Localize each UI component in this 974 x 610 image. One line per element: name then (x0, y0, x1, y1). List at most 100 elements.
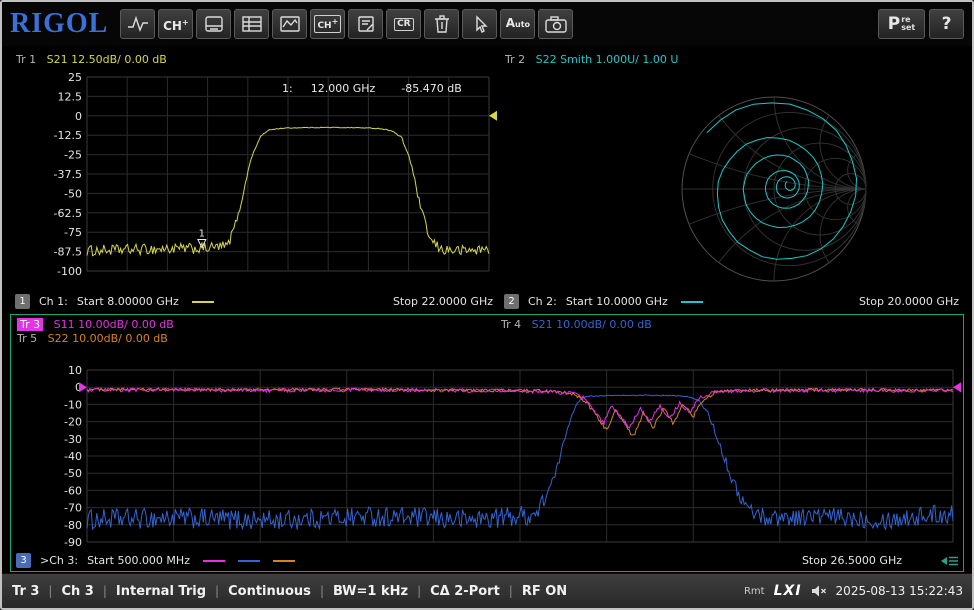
ch3-trace-line-1: Tr 3 S11 10.00dB/ 0.00 dB (17, 318, 174, 331)
ch1-marker-readout: 1: 12.000 GHz -85.470 dB (282, 82, 462, 95)
status-separator: | (509, 584, 513, 598)
ch3-trace3-color-sample (203, 560, 225, 562)
ch3-trace5-label[interactable]: Tr 5 (17, 332, 37, 345)
ch2-start-frequency[interactable]: Start 10.0000 GHz (566, 295, 668, 308)
ch1-badge[interactable]: 1 (15, 294, 30, 309)
ch3-trace4-info: S21 10.00dB/ 0.00 dB (532, 318, 652, 331)
svg-text:-50: -50 (64, 187, 82, 200)
ch3-stop-frequency[interactable]: Stop 26.5000 GHz (802, 554, 902, 567)
channel-window-button[interactable]: CH+ (310, 9, 345, 39)
marker-id: 1: (282, 82, 293, 95)
status-item-6: RF ON (522, 584, 567, 599)
channel1-panel[interactable]: 2512.50-12.5-25-37.5-50-62.5-75-87.5-100… (10, 50, 498, 312)
ch2-badge[interactable]: 2 (504, 294, 519, 309)
status-item-4: BW=1 kHz (333, 584, 408, 599)
ch2-trace2-label[interactable]: Tr 2 (505, 53, 525, 66)
status-right: Rmt LXI 2025-08-13 15:22:43 (744, 583, 972, 599)
menu-collapse-icon[interactable] (941, 555, 959, 567)
ch3-trace4-label[interactable]: Tr 4 (501, 318, 521, 331)
status-separator: | (48, 584, 52, 598)
status-item-1: Ch 3 (61, 584, 93, 599)
status-item-2: Internal Trig (116, 584, 206, 599)
trace-window-button[interactable] (272, 9, 307, 39)
marker-frequency: 12.000 GHz (311, 82, 376, 95)
table-icon (240, 14, 264, 34)
ch2-trace-color-sample (681, 301, 703, 303)
remote-indicator: Rmt (744, 586, 765, 597)
ch1-trace-color-sample (192, 301, 214, 303)
svg-text:-90: -90 (64, 536, 82, 549)
vna-screen: RIGOL CH+CH+CRAuto P re set ? 2512.50-12… (0, 0, 974, 610)
ch2-stop-frequency[interactable]: Stop 20.0000 GHz (859, 295, 959, 308)
svg-text:-60: -60 (64, 484, 82, 497)
preset-button[interactable]: P re set (878, 9, 925, 39)
edit-notes-button[interactable] (348, 9, 383, 39)
ch1-start-frequency[interactable]: Start 8.00000 GHz (77, 295, 179, 308)
datetime: 2025-08-13 15:22:43 (836, 584, 963, 598)
svg-text:-12.5: -12.5 (54, 129, 82, 142)
svg-text:-50: -50 (64, 467, 82, 480)
mute-speaker-icon[interactable] (811, 584, 827, 598)
ch2-label: Ch 2: (528, 295, 557, 308)
status-bar: Tr 3 | Ch 3 | Internal Trig | Continuous | BW=1 … (2, 573, 972, 608)
svg-text:-87.5: -87.5 (54, 246, 82, 259)
svg-text:-80: -80 (64, 519, 82, 532)
auto-scale-button[interactable]: Auto (500, 9, 535, 39)
channel-add-button[interactable]: CH+ (158, 9, 193, 39)
clipboard-icon (354, 14, 378, 34)
auto-icon: Auto (506, 17, 530, 31)
channel3-panel[interactable]: 100-10-20-30-40-50-60-70-80-90 Tr 3 S11 … (10, 314, 964, 572)
status-item-0: Tr 3 (12, 584, 39, 599)
status-separator: | (417, 584, 421, 598)
meas-button[interactable] (120, 9, 155, 39)
status-separator: | (320, 584, 324, 598)
svg-text:1: 1 (199, 228, 205, 239)
rigol-logo: RIGOL (2, 8, 120, 40)
status-separator: | (215, 584, 219, 598)
window-chart-icon (278, 14, 302, 34)
screenshot-button[interactable] (538, 9, 573, 39)
ch3-start-frequency[interactable]: Start 500.000 MHz (87, 554, 190, 567)
channel2-panel[interactable]: Tr 2 S22 Smith 1.000U/ 1.00 U 2 Ch 2: St… (499, 50, 964, 312)
status-item-3: Continuous (228, 584, 311, 599)
ch-window-icon: CH+ (317, 17, 338, 31)
help-button[interactable]: ? (929, 9, 964, 39)
save-recall-button[interactable] (196, 9, 231, 39)
svg-text:-37.5: -37.5 (54, 168, 82, 181)
ch3-trace3-label[interactable]: Tr 3 (17, 318, 43, 331)
svg-text:-25: -25 (64, 149, 82, 162)
ch3-chart[interactable]: 100-10-20-30-40-50-60-70-80-90 (11, 315, 963, 571)
ch3-trace-line-2: Tr 4 S21 10.00dB/ 0.00 dB (501, 318, 652, 331)
ch2-footer: 2 Ch 2: Start 10.0000 GHz Stop 20.0000 G… (504, 294, 959, 309)
cal-kit-button[interactable]: CR (386, 9, 421, 39)
file-browser-button[interactable] (234, 9, 269, 39)
delete-button[interactable] (424, 9, 459, 39)
ch2-smith-chart[interactable] (499, 50, 964, 312)
ch1-trace1-label[interactable]: Tr 1 (16, 53, 36, 66)
svg-text:-100: -100 (57, 265, 82, 278)
status-item-5: CΔ 2-Port (430, 584, 500, 599)
storage-icon (202, 14, 226, 34)
ch3-trace3-info: S11 10.00dB/ 0.00 dB (54, 318, 174, 331)
ch3-trace5-info: S22 10.00dB/ 0.00 dB (48, 332, 168, 345)
ch1-trace-line: Tr 1 S21 12.50dB/ 0.00 dB (16, 53, 167, 66)
marker-value: -85.470 dB (401, 82, 461, 95)
ch3-trace4-color-sample (238, 560, 260, 562)
svg-text:25: 25 (68, 71, 82, 84)
cursor-icon (468, 14, 492, 34)
toolbar-right: P re set ? (878, 9, 972, 39)
ch1-trace1-info: S21 12.50dB/ 0.00 dB (47, 53, 167, 66)
svg-text:-40: -40 (64, 450, 82, 463)
svg-text:-20: -20 (64, 416, 82, 429)
ch3-badge[interactable]: 3 (16, 553, 31, 568)
preset-label-bottom: set (901, 24, 915, 32)
svg-text:-62.5: -62.5 (54, 207, 82, 220)
ch3-label: >Ch 3: (40, 554, 78, 567)
ch1-stop-frequency[interactable]: Stop 22.0000 GHz (393, 295, 493, 308)
cal-icon: CR (397, 20, 411, 29)
ch3-trace5-color-sample (273, 560, 295, 562)
toolbar: CH+ CH+ CR Auto (120, 9, 573, 39)
touch-button[interactable] (462, 9, 497, 39)
preset-label-small: re set (901, 16, 915, 32)
ch3-footer: 3 >Ch 3: Start 500.000 MHz Stop 26.5000 … (16, 553, 958, 568)
